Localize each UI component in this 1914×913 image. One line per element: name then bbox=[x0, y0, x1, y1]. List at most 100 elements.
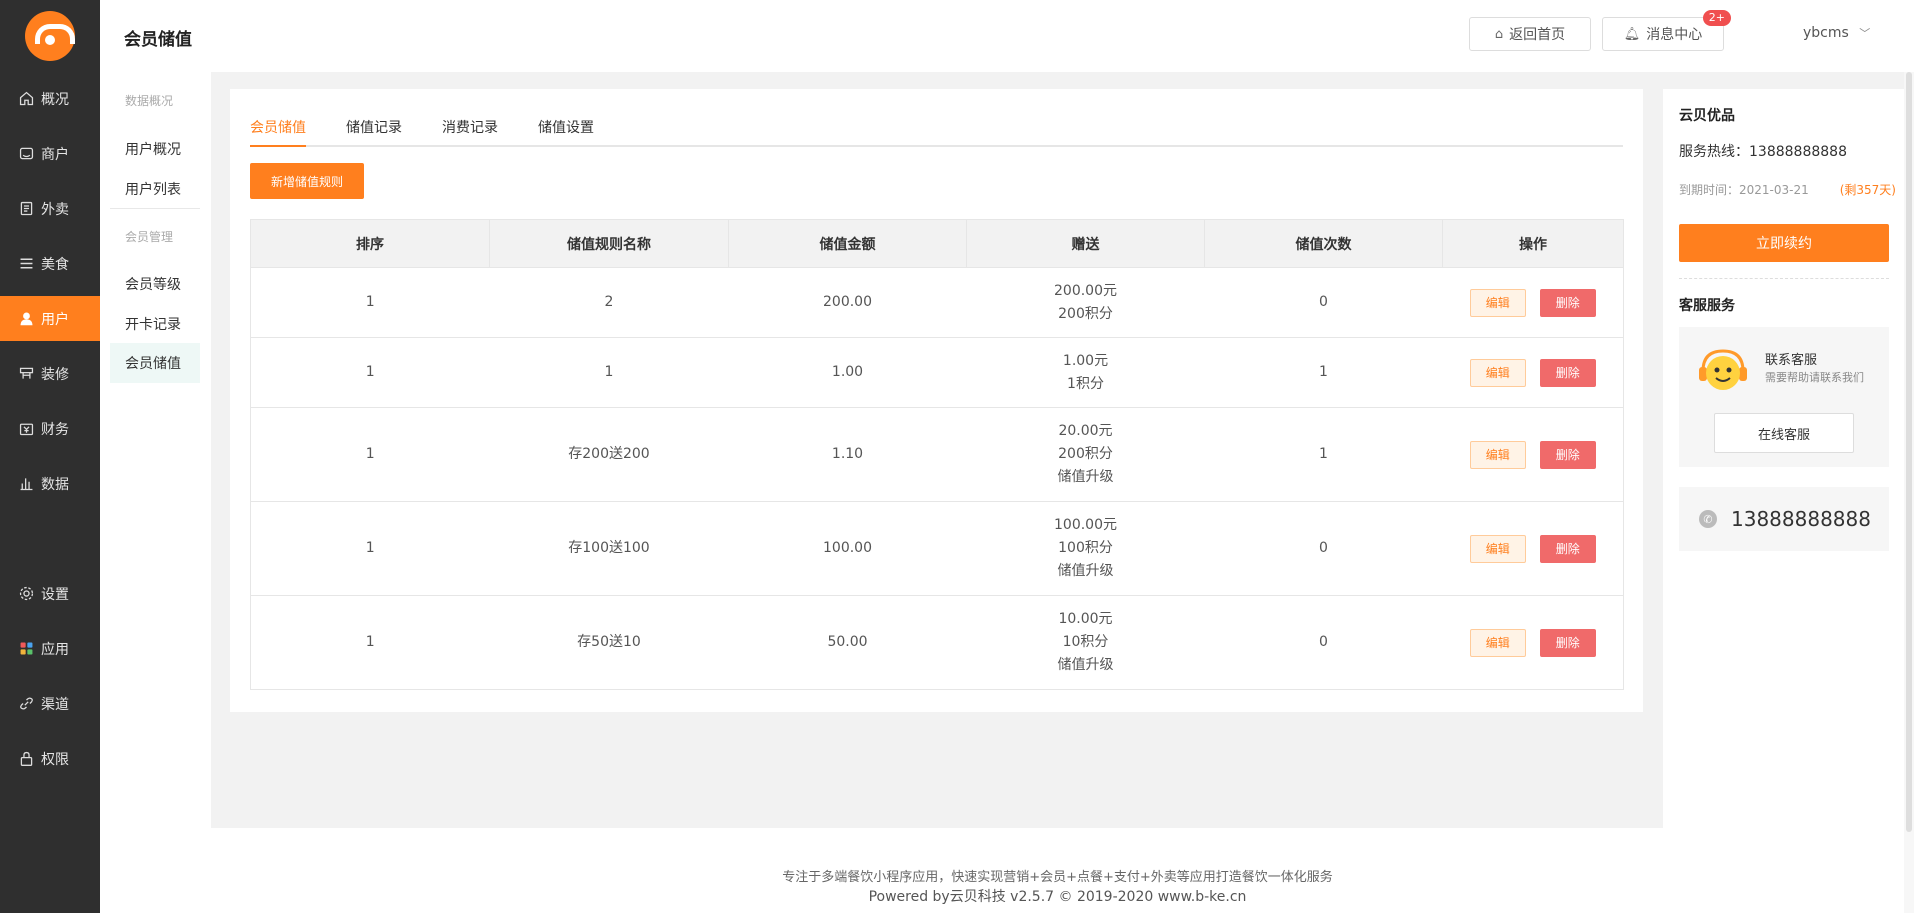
add-rule-button[interactable]: 新增储值规则 bbox=[250, 163, 364, 199]
nav-item-channel[interactable]: 渠道 bbox=[0, 681, 100, 726]
footer-slogan: 专注于多端餐饮小程序应用，快速实现营销+会员+点餐+支付+外卖等应用打造餐饮一体… bbox=[782, 870, 1333, 885]
page-title: 会员储值 bbox=[124, 30, 192, 50]
edit-button[interactable]: 编辑 bbox=[1469, 628, 1526, 657]
cell-amount: 100.00 bbox=[728, 501, 967, 596]
delete-button[interactable]: 删除 bbox=[1539, 440, 1596, 469]
scroll-thumb[interactable] bbox=[1906, 72, 1912, 832]
table-row: 1 存100送100 100.00 100.00元 100积分 储值升级 0 编… bbox=[250, 501, 1624, 596]
user-menu[interactable]: ybcms ﹀ bbox=[1803, 25, 1870, 41]
cell-name: 存200送200 bbox=[489, 407, 729, 502]
remaining-days: (剩357天) bbox=[1839, 183, 1896, 197]
nav-item-apps[interactable]: 应用 bbox=[0, 626, 100, 671]
gift-line: 200积分 bbox=[1058, 305, 1113, 322]
gift-line: 储值升级 bbox=[1057, 657, 1114, 673]
column-header: 赠送 bbox=[966, 219, 1205, 268]
submenu-item-card-record[interactable]: 开卡记录 bbox=[125, 314, 181, 334]
nav-label: 渠道 bbox=[41, 696, 69, 713]
cell-amount: 1.10 bbox=[728, 407, 967, 502]
cell-gift: 200.00元 200积分 bbox=[966, 267, 1205, 338]
edit-button[interactable]: 编辑 bbox=[1469, 440, 1526, 469]
gift-line: 10.00元 bbox=[1058, 611, 1113, 627]
nav-label: 应用 bbox=[41, 641, 69, 658]
back-home-button[interactable]: ⌂ 返回首页 bbox=[1469, 17, 1591, 51]
submenu-item-member-stored[interactable]: 会员储值 bbox=[110, 343, 200, 383]
cell-name: 存100送100 bbox=[489, 501, 729, 596]
chevron-down-icon: ﹀ bbox=[1859, 27, 1871, 40]
column-header: 储值金额 bbox=[728, 219, 967, 268]
edit-button[interactable]: 编辑 bbox=[1469, 534, 1526, 563]
gift-line: 100.00元 bbox=[1054, 517, 1117, 533]
gift-line: 100积分 bbox=[1058, 540, 1113, 556]
phone-number: 13888888888 bbox=[1731, 507, 1871, 531]
edit-button[interactable]: 编辑 bbox=[1469, 288, 1526, 317]
renew-button[interactable]: 立即续约 bbox=[1679, 224, 1889, 262]
nav-label: 商户 bbox=[41, 146, 69, 163]
table-header-row: 排序 储值规则名称 储值金额 赠送 储值次数 操作 bbox=[250, 219, 1624, 268]
message-center-button[interactable]: 🔔︎ 消息中心 2+ bbox=[1602, 10, 1731, 51]
scrollbar[interactable] bbox=[1904, 72, 1914, 913]
link-icon bbox=[16, 694, 36, 714]
sub-sidebar: 数据概况 用户概况 用户列表 会员管理 会员等级 开卡记录 会员储值 bbox=[100, 72, 211, 913]
menu-icon bbox=[16, 254, 36, 274]
delete-button[interactable]: 删除 bbox=[1539, 288, 1596, 317]
cell-sort: 1 bbox=[250, 337, 490, 408]
cell-gift: 20.00元 200积分 储值升级 bbox=[966, 407, 1205, 502]
bar-chart-icon bbox=[16, 474, 36, 494]
nav-item-decorate[interactable]: 装修 bbox=[0, 351, 100, 396]
content-card: 会员储值 储值记录 消费记录 储值设置 新增储值规则 排序 储值规则名称 储值金… bbox=[230, 89, 1643, 712]
cell-actions: 编辑 删除 bbox=[1442, 595, 1624, 690]
nav-item-merchant[interactable]: 商户 bbox=[0, 131, 100, 176]
tab-stored-settings[interactable]: 储值设置 bbox=[538, 117, 594, 147]
top-header: 会员储值 ⌂ 返回首页 🔔︎ 消息中心 2+ ybcms ﹀ bbox=[100, 0, 1914, 72]
cell-gift: 1.00元 1积分 bbox=[966, 337, 1205, 408]
submenu-item-user-overview[interactable]: 用户概况 bbox=[125, 139, 181, 159]
nav-label: 外卖 bbox=[41, 201, 69, 218]
column-header: 储值规则名称 bbox=[489, 219, 729, 268]
footer: 专注于多端餐饮小程序应用，快速实现营销+会员+点餐+支付+外卖等应用打造餐饮一体… bbox=[211, 828, 1904, 913]
cell-actions: 编辑 删除 bbox=[1442, 407, 1624, 502]
online-service-button[interactable]: 在线客服 bbox=[1714, 413, 1854, 453]
table-row: 1 1 1.00 1.00元 1积分 1 编辑 删除 bbox=[250, 337, 1624, 408]
nav-item-user[interactable]: 用户 bbox=[0, 296, 100, 341]
account-panel: 云贝优品 服务热线：13888888888 到期时间：2021-03-21 (剩… bbox=[1663, 89, 1904, 913]
table-row: 1 2 200.00 200.00元 200积分 0 编辑 删除 bbox=[250, 267, 1624, 338]
cell-amount: 200.00 bbox=[728, 267, 967, 338]
tab-stored-record[interactable]: 储值记录 bbox=[346, 117, 402, 147]
nav-item-permission[interactable]: 权限 bbox=[0, 736, 100, 781]
nav-item-data[interactable]: 数据 bbox=[0, 461, 100, 506]
column-header: 排序 bbox=[250, 219, 490, 268]
document-icon bbox=[16, 199, 36, 219]
app-logo[interactable] bbox=[0, 0, 100, 72]
finance-icon bbox=[16, 419, 36, 439]
service-hotline: 服务热线：13888888888 bbox=[1679, 144, 1847, 160]
rules-table: 排序 储值规则名称 储值金额 赠送 储值次数 操作 1 2 200.00 200… bbox=[250, 219, 1624, 690]
submenu-item-member-level[interactable]: 会员等级 bbox=[125, 274, 181, 294]
cell-count: 0 bbox=[1204, 501, 1443, 596]
cell-count: 0 bbox=[1204, 595, 1443, 690]
home-icon: ⌂ bbox=[1494, 26, 1504, 42]
cell-gift: 100.00元 100积分 储值升级 bbox=[966, 501, 1205, 596]
tab-consume-record[interactable]: 消费记录 bbox=[442, 117, 498, 147]
delete-button[interactable]: 删除 bbox=[1539, 534, 1596, 563]
back-home-label: 返回首页 bbox=[1509, 27, 1566, 43]
gear-icon bbox=[16, 584, 36, 604]
nav-item-overview[interactable]: 概况 bbox=[0, 76, 100, 121]
cell-amount: 50.00 bbox=[728, 595, 967, 690]
message-center-label: 消息中心 bbox=[1646, 27, 1703, 43]
tab-member-stored[interactable]: 会员储值 bbox=[250, 117, 306, 147]
delete-button[interactable]: 删除 bbox=[1539, 358, 1596, 387]
tab-bar: 会员储值 储值记录 消费记录 储值设置 bbox=[250, 117, 1623, 147]
cell-actions: 编辑 删除 bbox=[1442, 267, 1624, 338]
group-title-member: 会员管理 bbox=[125, 230, 174, 244]
nav-item-food[interactable]: 美食 bbox=[0, 241, 100, 286]
nav-item-takeaway[interactable]: 外卖 bbox=[0, 186, 100, 231]
contact-service-title: 联系客服 bbox=[1765, 353, 1818, 368]
nav-label: 权限 bbox=[41, 751, 69, 768]
nav-item-finance[interactable]: 财务 bbox=[0, 406, 100, 451]
nav-item-settings[interactable]: 设置 bbox=[0, 571, 100, 616]
delete-button[interactable]: 删除 bbox=[1539, 628, 1596, 657]
decorate-icon bbox=[16, 364, 36, 384]
submenu-item-user-list[interactable]: 用户列表 bbox=[125, 179, 181, 199]
edit-button[interactable]: 编辑 bbox=[1469, 358, 1526, 387]
cell-actions: 编辑 删除 bbox=[1442, 501, 1624, 596]
